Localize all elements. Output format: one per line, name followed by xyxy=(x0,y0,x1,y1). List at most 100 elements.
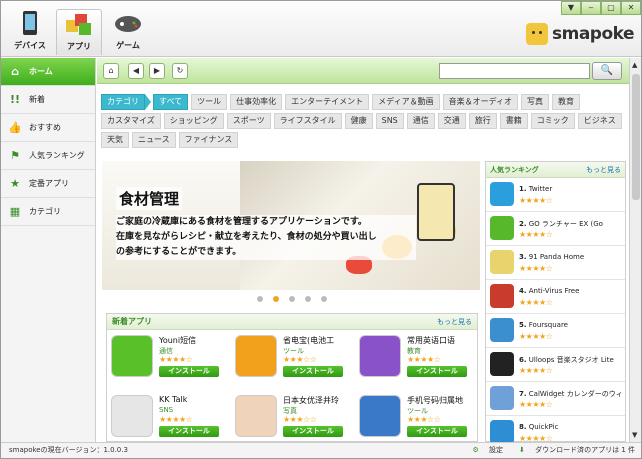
category-chip[interactable]: スポーツ xyxy=(226,113,271,129)
scrollbar-thumb[interactable] xyxy=(632,74,640,200)
app-name: QuickPic xyxy=(528,423,559,431)
flag-icon: ⚑ xyxy=(10,149,20,162)
category-chip[interactable]: エンターテイメント xyxy=(285,94,370,110)
pagination-dot[interactable] xyxy=(289,296,295,302)
topnav-apps[interactable]: アプリ xyxy=(56,9,102,55)
install-button[interactable]: インストール xyxy=(407,426,467,437)
sidebar-item-ranking[interactable]: ⚑ 人気ランキング xyxy=(1,142,95,170)
app-name: Youni短信 xyxy=(159,336,197,345)
category-chip[interactable]: 写真 xyxy=(521,94,550,110)
install-button[interactable]: インストール xyxy=(283,426,343,437)
scroll-up-icon[interactable]: ▲ xyxy=(632,61,637,69)
sidebar-item-recommended[interactable]: 👍 おすすめ xyxy=(1,114,95,142)
minimize-button[interactable]: ‒ xyxy=(581,1,601,15)
category-chip[interactable]: 音楽＆オーディオ xyxy=(442,94,519,110)
app-card[interactable]: 省电宝(电池工 ツール ★★★☆☆ インストール xyxy=(235,335,355,387)
vertical-scrollbar[interactable]: ▲ ▼ xyxy=(629,58,641,442)
app-card[interactable]: Youni短信 通信 ★★★★☆ インストール xyxy=(111,335,231,387)
scroll-down-icon[interactable]: ▼ xyxy=(632,431,637,439)
category-chip[interactable]: ツール xyxy=(191,94,228,110)
category-chip[interactable]: ニュース xyxy=(132,132,176,148)
category-chip[interactable]: 天気 xyxy=(101,132,129,148)
category-chip[interactable]: SNS xyxy=(375,113,404,129)
sidebar-item-new[interactable]: !! 新着 xyxy=(1,86,95,114)
ranking-item[interactable]: 2. GO ランチャー EX (Go ★★★★☆ xyxy=(486,212,625,246)
app-card[interactable]: 常用英语口语 教育 ★★★★☆ インストール xyxy=(359,335,479,387)
star-icon: ★ xyxy=(10,177,20,190)
app-icon[interactable] xyxy=(490,352,514,376)
app-icon[interactable] xyxy=(359,335,401,377)
app-icon[interactable] xyxy=(490,250,514,274)
pagination-dot[interactable] xyxy=(257,296,263,302)
category-chip[interactable]: カスタマイズ xyxy=(101,113,161,129)
app-icon[interactable] xyxy=(111,335,153,377)
ranking-item[interactable]: 7. CalWidget カレンダーのウィ ★★★★☆ xyxy=(486,382,625,416)
pagination-dot[interactable] xyxy=(321,296,327,302)
sidebar-item-home[interactable]: ⌂ ホーム xyxy=(1,58,95,86)
featured-banner[interactable]: 食材管理 ご家庭の冷蔵庫にある食材を管理するアプリケーションです。 在庫を見なが… xyxy=(102,161,480,290)
category-chip[interactable]: ライフスタイル xyxy=(273,113,342,129)
forward-button[interactable]: ▶ xyxy=(149,63,165,79)
category-chip[interactable]: コミック xyxy=(530,113,575,129)
app-icon[interactable] xyxy=(490,420,514,442)
category-chip[interactable]: 健康 xyxy=(344,113,373,129)
topnav-device[interactable]: デバイス xyxy=(7,9,53,55)
panel-title: 新着アプリ xyxy=(112,317,152,326)
downloads-link[interactable]: ⬇ ダウンロード済のアプリは 1 件 xyxy=(511,443,635,458)
home-nav-button[interactable]: ⌂ xyxy=(103,63,119,79)
sidebar-item-standard[interactable]: ★ 定番アプリ xyxy=(1,170,95,198)
app-icon[interactable] xyxy=(235,335,277,377)
app-card[interactable]: KK Talk SNS ★★★★☆ インストール xyxy=(111,395,231,442)
app-card[interactable]: 手机号码归属地 ツール ★★★☆☆ インストール xyxy=(359,395,479,442)
category-chip[interactable]: 交通 xyxy=(437,113,466,129)
ranking-item[interactable]: 3. 91 Panda Home ★★★★☆ xyxy=(486,246,625,280)
sidebar-item-label: 人気ランキング xyxy=(29,151,85,160)
search-input[interactable] xyxy=(439,63,590,79)
install-button[interactable]: インストール xyxy=(159,366,219,377)
app-icon[interactable] xyxy=(490,216,514,240)
maximize-button[interactable]: ▢ xyxy=(601,1,621,15)
more-link[interactable]: もっと見る xyxy=(437,317,472,327)
search-button[interactable]: 🔍 xyxy=(592,62,622,80)
close-button[interactable]: ✕ xyxy=(621,1,641,15)
ranking-item[interactable]: 8. QuickPic ★★★★☆ xyxy=(486,416,625,442)
back-button[interactable]: ◀ xyxy=(128,63,144,79)
app-icon[interactable] xyxy=(490,386,514,410)
topnav-label: デバイス xyxy=(14,41,46,50)
category-chip[interactable]: メディア＆動画 xyxy=(372,94,440,110)
pagination-dot[interactable] xyxy=(305,296,311,302)
category-chip[interactable]: ビジネス xyxy=(577,113,622,129)
category-chip[interactable]: 書籍 xyxy=(499,113,528,129)
topnav-games[interactable]: ゲーム xyxy=(105,9,151,55)
install-button[interactable]: インストール xyxy=(159,426,219,437)
ranking-item[interactable]: 6. Ulloops 音楽スタジオ Lite ★★★★☆ xyxy=(486,348,625,382)
category-chip[interactable]: ショッピング xyxy=(163,113,224,129)
sidebar-item-category[interactable]: ▦ カテゴリ xyxy=(1,198,95,226)
category-chip[interactable]: 仕事効率化 xyxy=(230,94,283,110)
install-button[interactable]: インストール xyxy=(283,366,343,377)
search-icon: 🔍 xyxy=(600,65,614,76)
app-icon[interactable] xyxy=(490,284,514,308)
more-link[interactable]: もっと見る xyxy=(586,165,621,175)
ranking-item[interactable]: 4. Anti-Virus Free ★★★★☆ xyxy=(486,280,625,314)
app-icon[interactable] xyxy=(490,318,514,342)
category-chip[interactable]: すべて xyxy=(153,94,189,110)
app-icon[interactable] xyxy=(235,395,277,437)
app-card[interactable]: 日本女优泽井玲 写真 ★★★☆☆ インストール xyxy=(235,395,355,442)
rank-number: 3. xyxy=(519,253,527,261)
app-icon[interactable] xyxy=(111,395,153,437)
category-chip[interactable]: 旅行 xyxy=(468,113,497,129)
category-chip[interactable]: 通信 xyxy=(406,113,435,129)
category-row: カスタマイズ ショッピング スポーツ ライフスタイル 健康 SNS 通信 交通 旅行 書籍 コミック… xyxy=(101,113,625,129)
install-button[interactable]: インストール xyxy=(407,366,467,377)
menu-dropdown-button[interactable]: ▼ xyxy=(561,1,581,15)
app-icon[interactable] xyxy=(490,182,514,206)
settings-link[interactable]: ⚙ 設定 xyxy=(464,443,503,458)
app-icon[interactable] xyxy=(359,395,401,437)
ranking-item[interactable]: 1. Twitter ★★★★☆ xyxy=(486,178,625,212)
refresh-button[interactable]: ↻ xyxy=(172,63,188,79)
pagination-dot-active[interactable] xyxy=(273,296,279,302)
category-chip[interactable]: 教育 xyxy=(552,94,581,110)
category-chip[interactable]: ファイナンス xyxy=(178,132,239,148)
ranking-item[interactable]: 5. Foursquare ★★★★☆ xyxy=(486,314,625,348)
